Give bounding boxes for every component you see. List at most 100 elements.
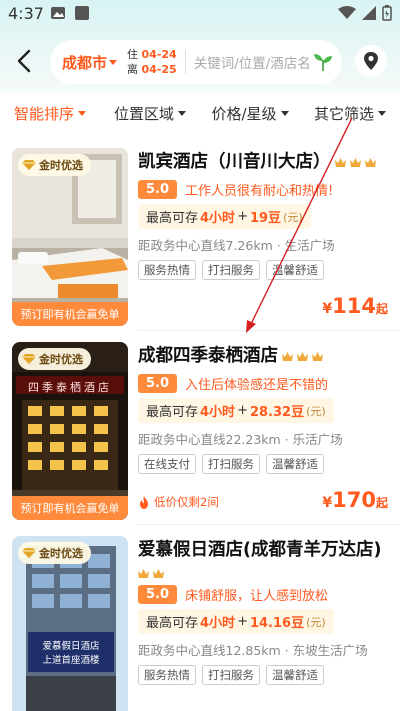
hotel-info: 凯宾酒店（川音川大店） 5.0 工作人员很有耐心和热情! 最高可存 4小时 + … xyxy=(138,150,390,280)
stay-beans: 28.32豆 xyxy=(249,405,305,420)
hotel-card[interactable]: 金时优选 预订即有机会赢免单 凯宾酒店（川音川大店） 5.0 工作人员很有耐心和… xyxy=(0,148,400,330)
stay-unit: (元) xyxy=(306,404,326,418)
hotel-sign-text: 四季泰栖酒店 xyxy=(28,381,112,394)
city-label: 成都市 xyxy=(62,53,108,72)
caret-down-icon xyxy=(78,110,86,116)
low-price-text: 低价仅剩2间 xyxy=(154,495,219,509)
tag: 打扫服务 xyxy=(202,454,260,474)
crown-rating xyxy=(138,569,164,578)
diamond-icon xyxy=(22,160,36,170)
price-value: 170 xyxy=(332,488,376,512)
tag: 打扫服务 xyxy=(202,665,260,685)
card-divider xyxy=(138,330,400,331)
tag: 温馨舒适 xyxy=(266,260,324,280)
stay-prefix: 最高可存 xyxy=(146,405,199,420)
filter-bar: 智能排序 位置区域 价格/星级 其它筛选 xyxy=(0,92,400,134)
back-arrow-icon[interactable] xyxy=(14,48,36,74)
crown-icon xyxy=(138,569,149,578)
search-box[interactable]: 成都市 住 04-24 离 04-25 关键词/位置/酒店名 xyxy=(50,40,342,84)
image-notification-icon xyxy=(51,7,65,19)
caret-down-icon xyxy=(378,110,386,116)
hotel-tags: 在线支付 打扫服务 温馨舒适 xyxy=(138,454,390,474)
review-snippet: 工作人员很有耐心和热情! xyxy=(185,183,334,199)
low-price-note: 低价仅剩2间 xyxy=(138,494,219,510)
stay-reward: 最高可存 4小时 + 28.32豆 (元) xyxy=(138,398,334,423)
signal-icon xyxy=(362,6,376,20)
status-bar: 4:37 xyxy=(0,0,400,28)
map-location-icon[interactable] xyxy=(354,44,388,78)
tag: 在线支付 xyxy=(138,454,196,474)
badge-label: 金时优选 xyxy=(39,159,83,172)
stay-hours: 4小时 xyxy=(200,211,236,226)
checkout-date: 04-25 xyxy=(141,63,177,76)
filter-label: 位置区域 xyxy=(113,104,174,123)
search-divider xyxy=(184,50,186,74)
crown-icon xyxy=(334,157,346,167)
leaf-icon[interactable] xyxy=(312,51,334,73)
hotel-card[interactable]: 爱慕假日酒店 上道首座酒楼 金时优选 爱慕假日酒店(成都青羊万达店) 5.0 床… xyxy=(0,536,400,711)
hotel-price: ¥ 114 起 xyxy=(322,294,388,318)
price-suffix: 起 xyxy=(375,496,388,510)
caret-down-icon xyxy=(280,110,289,116)
rating-row: 5.0 床铺舒服，让人感到放松 xyxy=(138,583,390,605)
promo-banner: 预订即有机会赢免单 xyxy=(12,302,128,326)
city-dropdown-icon xyxy=(109,59,118,65)
stay-plus: + xyxy=(237,209,248,224)
crown-icon xyxy=(349,157,361,167)
stay-unit: (元) xyxy=(306,615,326,629)
filter-label: 其它筛选 xyxy=(313,104,374,123)
diamond-icon xyxy=(22,548,36,558)
hotel-photo[interactable]: 金时优选 预订即有机会赢免单 xyxy=(12,148,128,326)
badge-label: 金时优选 xyxy=(39,547,83,560)
stay-plus: + xyxy=(237,403,248,418)
stay-beans: 14.16豆 xyxy=(249,616,305,631)
hotel-distance: 距政务中心直线7.26km · 生活广场 xyxy=(138,238,335,253)
hotel-sign-line-2: 上道首座酒楼 xyxy=(42,655,100,666)
tag: 温馨舒适 xyxy=(266,454,324,474)
hotel-name: 爱慕假日酒店(成都青羊万达店) xyxy=(138,540,382,560)
checkin-date: 04-24 xyxy=(141,48,177,61)
hotel-photo[interactable]: 爱慕假日酒店 上道首座酒楼 金时优选 xyxy=(12,536,128,711)
hotel-price: ¥ 170 起 xyxy=(322,488,388,512)
search-row: 成都市 住 04-24 离 04-25 关键词/位置/酒店名 xyxy=(0,38,400,86)
city-selector[interactable]: 成都市 xyxy=(62,52,118,73)
rating-row: 5.0 工作人员很有耐心和热情! xyxy=(138,178,390,200)
status-right-icons xyxy=(338,5,392,21)
crown-icon xyxy=(364,157,376,167)
price-currency: ¥ xyxy=(322,301,333,317)
hotel-info: 爱慕假日酒店(成都青羊万达店) 5.0 床铺舒服，让人感到放松 最高可存 4小时… xyxy=(138,538,390,685)
stay-reward: 最高可存 4小时 + 19豆 (元) xyxy=(138,204,311,229)
price-value: 114 xyxy=(332,294,376,318)
status-time: 4:37 xyxy=(8,4,44,23)
search-input[interactable]: 关键词/位置/酒店名 xyxy=(194,52,312,72)
review-snippet: 床铺舒服，让人感到放松 xyxy=(185,588,329,604)
hotel-card[interactable]: 四季泰栖酒店 金时优选 预订即有机会赢免单 成都四季泰栖酒店 5.0 入住后体验… xyxy=(0,342,400,524)
filter-price-star[interactable]: 价格/星级 xyxy=(200,103,300,124)
crown-icon xyxy=(282,351,293,361)
filter-smart-sort[interactable]: 智能排序 xyxy=(0,103,100,124)
price-suffix: 起 xyxy=(375,302,388,316)
gold-badge: 金时优选 xyxy=(18,154,91,176)
hotel-sign: 爱慕假日酒店 上道首座酒楼 xyxy=(28,640,114,668)
crown-rating xyxy=(282,351,323,361)
app-notification-icon xyxy=(75,6,89,20)
filter-other[interactable]: 其它筛选 xyxy=(300,103,400,124)
hotel-info: 成都四季泰栖酒店 5.0 入住后体验感还是不错的 最高可存 4小时 + 28.3… xyxy=(138,344,390,474)
hotel-distance: 距政务中心直线12.85km · 东坡生活广场 xyxy=(138,643,368,658)
tag: 温馨舒适 xyxy=(266,665,324,685)
card-divider xyxy=(138,524,400,525)
hotel-name: 成都四季泰栖酒店 xyxy=(138,344,390,368)
hotel-name-text: 凯宾酒店（川音川大店） xyxy=(138,152,331,172)
caret-down-icon xyxy=(178,110,186,116)
stay-reward: 最高可存 4小时 + 14.16豆 (元) xyxy=(138,609,334,634)
hotel-photo[interactable]: 四季泰栖酒店 金时优选 预订即有机会赢免单 xyxy=(12,342,128,520)
diamond-icon xyxy=(22,354,36,364)
filter-location[interactable]: 位置区域 xyxy=(100,103,200,124)
crown-icon xyxy=(297,351,308,361)
crown-icon xyxy=(153,569,164,578)
hotel-distance: 距政务中心直线22.23km · 乐活广场 xyxy=(138,432,343,447)
promo-banner: 预订即有机会赢免单 xyxy=(12,496,128,520)
tag: 服务热情 xyxy=(138,665,196,685)
stay-plus: + xyxy=(237,614,248,629)
date-selector[interactable]: 住 04-24 离 04-25 xyxy=(127,47,177,77)
